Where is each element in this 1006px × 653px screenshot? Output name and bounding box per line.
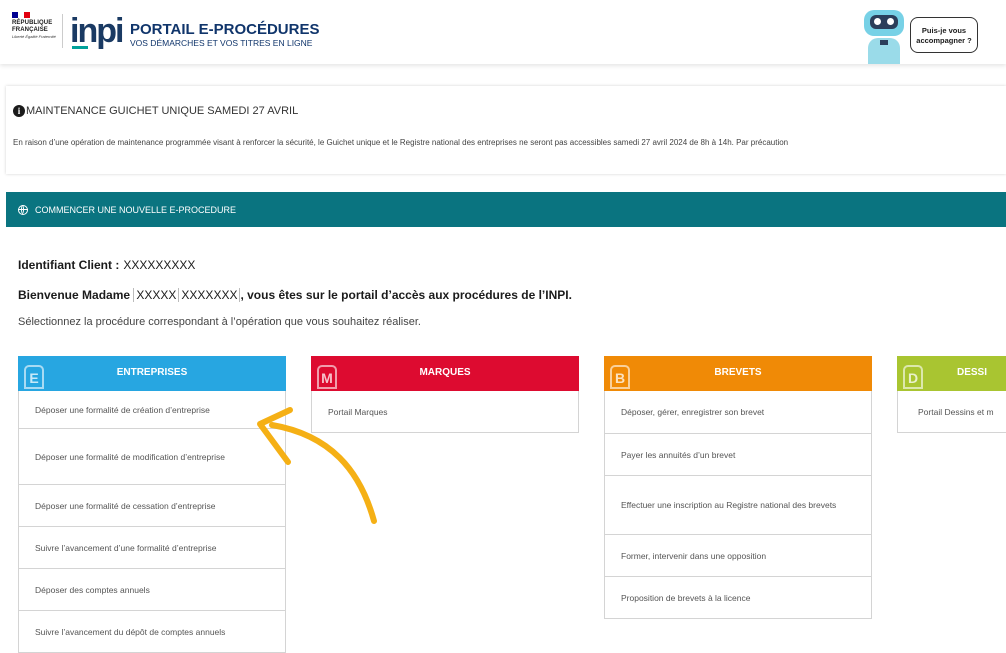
portal-subtitle: VOS DÉMARCHES ET VOS TITRES EN LIGNE <box>130 38 313 48</box>
assistant-bubble[interactable]: Puis-je vous accompagner ? <box>910 17 978 53</box>
maintenance-body: En raison d’une opération de maintenance… <box>13 138 789 147</box>
card-entreprises-header[interactable]: E ENTREPRISES <box>18 356 286 391</box>
brevets-item-inscription[interactable]: Effectuer une inscription au Registre na… <box>604 476 872 535</box>
entreprises-item-comptes-annuels[interactable]: Déposer des comptes annuels <box>18 569 286 611</box>
welcome-message: Bienvenue Madame XXXXX XXXXXXX, vous êtes… <box>18 288 572 302</box>
assistant-robot-icon[interactable] <box>858 6 910 64</box>
dessins-item-portail[interactable]: Portail Dessins et m <box>897 391 1006 433</box>
portal-title[interactable]: PORTAIL E-PROCÉDURES <box>130 22 319 38</box>
card-brevets-title: BREVETS <box>714 367 762 378</box>
card-entreprises-title: ENTREPRISES <box>116 367 188 378</box>
welcome-suffix: , vous êtes sur le portail d’accès aux p… <box>240 288 572 302</box>
card-brevets-header[interactable]: B BREVETS <box>604 356 872 391</box>
welcome-firstname: XXXXX <box>133 288 180 302</box>
card-dessins-title: DESSI <box>957 367 988 378</box>
client-id-label: Identifiant Client : <box>18 258 120 272</box>
brevets-item-deposer[interactable]: Déposer, gérer, enregistrer son brevet <box>604 391 872 434</box>
top-header: RÉPUBLIQUE FRANÇAISE Liberté Égalité Fra… <box>0 0 1006 64</box>
welcome-prefix: Bienvenue Madame <box>18 288 131 302</box>
maintenance-title: MAINTENANCE GUICHET UNIQUE SAMEDI 27 AVR… <box>26 105 299 117</box>
new-procedure-title: COMMENCER UNE NOUVELLE E-PROCEDURE <box>35 205 237 215</box>
brevets-item-annuites[interactable]: Payer les annuités d’un brevet <box>604 434 872 476</box>
brevets-item-licence[interactable]: Proposition de brevets à la licence <box>604 577 872 619</box>
republique-francaise-logo[interactable]: RÉPUBLIQUE FRANÇAISE Liberté Égalité Fra… <box>12 12 56 40</box>
french-flag-icon <box>12 12 30 18</box>
entreprises-item-suivi-comptes[interactable]: Suivre l’avancement du dépôt de comptes … <box>18 611 286 653</box>
card-dessins: D DESSI Portail Dessins et m <box>897 356 1006 433</box>
info-icon: i <box>13 105 25 117</box>
brevets-item-opposition[interactable]: Former, intervenir dans une opposition <box>604 535 872 577</box>
dessins-badge-icon: D <box>903 365 923 389</box>
client-id: Identifiant Client : XXXXXXXXX <box>18 258 195 272</box>
inpi-logo[interactable]: inpi <box>70 14 124 48</box>
header-divider <box>62 14 63 48</box>
annotation-arrow-icon <box>257 407 377 524</box>
card-dessins-header[interactable]: D DESSI <box>897 356 1006 391</box>
rf-name: RÉPUBLIQUE FRANÇAISE <box>12 20 53 33</box>
globe-icon <box>18 205 28 215</box>
card-brevets: B BREVETS Déposer, gérer, enregistrer so… <box>604 356 872 619</box>
entreprises-item-creation[interactable]: Déposer une formalité de création d’entr… <box>18 391 286 429</box>
card-entreprises: E ENTREPRISES Déposer une formalité de c… <box>18 356 286 653</box>
entreprises-item-suivi-formalite[interactable]: Suivre l’avancement d’une formalité d’en… <box>18 527 286 569</box>
card-marques-title: MARQUES <box>419 367 471 378</box>
entreprises-item-cessation[interactable]: Déposer une formalité de cessation d’ent… <box>18 485 286 527</box>
card-marques-header[interactable]: M MARQUES <box>311 356 579 391</box>
client-id-value: XXXXXXXXX <box>123 258 196 272</box>
entreprises-item-modification[interactable]: Déposer une formalité de modification d’… <box>18 429 286 485</box>
rf-motto: Liberté Égalité Fraternité <box>12 34 56 39</box>
maintenance-banner <box>6 86 1006 174</box>
welcome-lastname: XXXXXXX <box>179 288 241 302</box>
select-hint: Sélectionnez la procédure correspondant … <box>18 316 421 328</box>
inpi-logo-accent <box>72 46 88 49</box>
